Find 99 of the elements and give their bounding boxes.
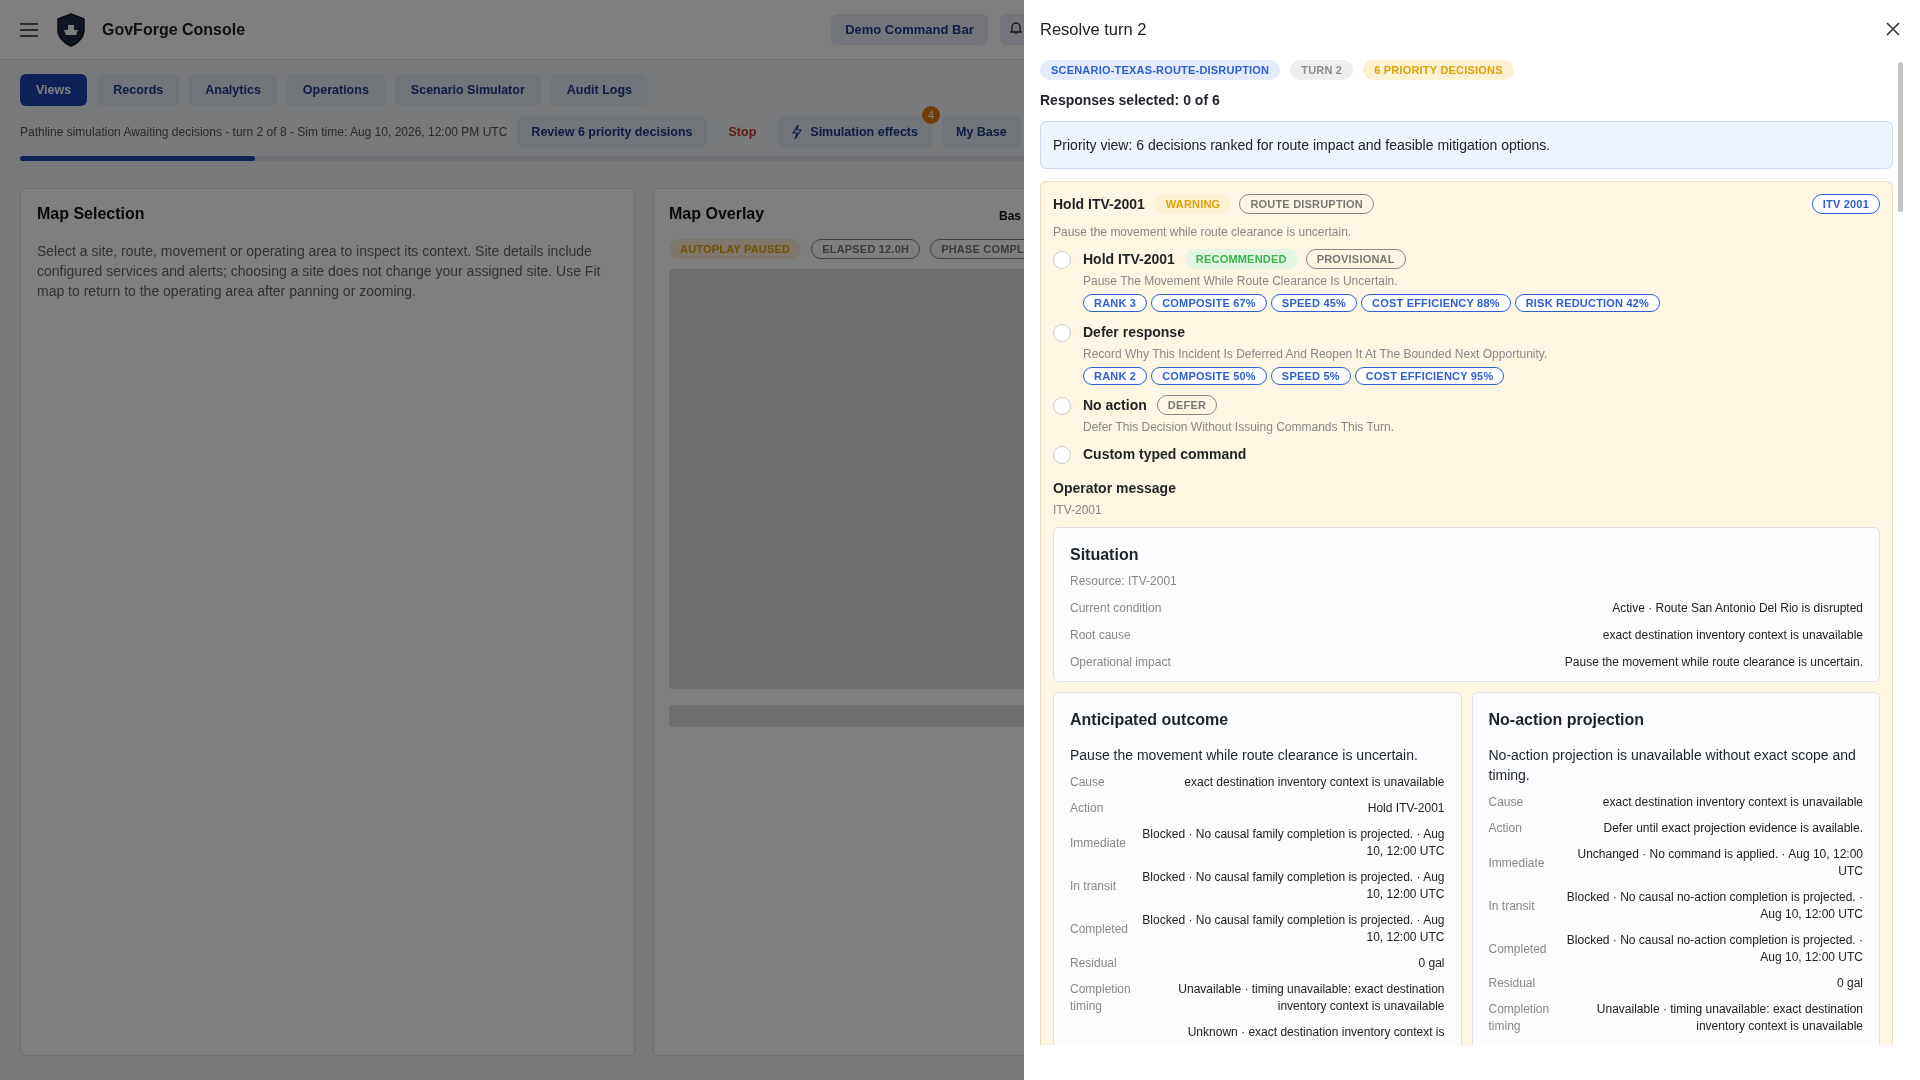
row-value: Blocked · No causal no-action completion is projected. · Aug 10, 12:00 UTC xyxy=(1565,889,1863,923)
row-label: In transit xyxy=(1488,897,1536,915)
scrollbar[interactable] xyxy=(1898,62,1903,212)
panel-summary: No-action projection is unavailable without exact scope and timing. xyxy=(1488,746,1857,785)
status-chip: WARNING xyxy=(1154,194,1232,214)
metric-chip: SPEED 45% xyxy=(1270,294,1357,312)
nav-tab[interactable]: Analytics xyxy=(189,74,277,106)
shield-logo-icon xyxy=(56,12,86,47)
row-label: Root cause xyxy=(1070,628,1131,642)
app-title: GovForge Console xyxy=(102,20,246,39)
panel-title: Situation xyxy=(1070,546,1140,564)
decision-title: Hold ITV-2001 xyxy=(1053,196,1145,212)
option-description: Pause The Movement While Route Clearance Is Uncertain. xyxy=(1083,274,1399,288)
nav-tab[interactable]: Views xyxy=(20,74,88,106)
lightning-icon xyxy=(792,125,803,139)
row-label: Completion timing xyxy=(1070,981,1131,1015)
operator-message-label: Operator message xyxy=(1053,480,1177,496)
row-label: Immediate xyxy=(1070,834,1127,852)
nav-tab[interactable]: Records xyxy=(97,74,180,106)
row-value: Blocked · No causal no-action completion is projected. · Aug 10, 12:00 UTC xyxy=(1565,932,1863,966)
row-value: Hold ITV-2001 xyxy=(1366,800,1445,817)
option-title: Custom typed command xyxy=(1083,446,1247,462)
count-badge: 4 xyxy=(922,106,940,124)
status-chip: TURN 2 xyxy=(1290,60,1354,80)
nav-tab[interactable]: Scenario Simulator xyxy=(394,74,541,106)
row-value: Unchanged · No command is applied. · Aug 10, 12:00 UTC xyxy=(1576,846,1863,880)
row-value: 0 gal xyxy=(1417,955,1445,972)
command-bar-button[interactable]: Demo Command Bar xyxy=(831,14,988,45)
simulation-effects-button[interactable]: Simulation effects xyxy=(778,116,932,148)
option-title: Defer response xyxy=(1083,324,1185,340)
row-label: Completed xyxy=(1488,940,1547,958)
stop-button[interactable]: Stop xyxy=(716,116,769,148)
bell-icon xyxy=(1009,21,1022,35)
decision-description: Pause the movement while route clearance is uncertain. xyxy=(1053,225,1353,239)
row-value: exact destination inventory context is unavailable xyxy=(1602,628,1863,642)
row-value: Unavailable · timing unavailable: exact destination inventory context is unavailable xyxy=(1177,981,1445,1015)
option-description: Defer This Decision Without Issuing Commands This Turn. xyxy=(1083,420,1394,434)
resource-tag: ITV 2001 xyxy=(1811,194,1880,214)
option-title: Hold ITV-2001 xyxy=(1083,251,1175,267)
row-value: exact destination inventory context is unavailable xyxy=(1183,774,1445,791)
row-value: Blocked · No causal family completion is projected. · Aug 10, 12:00 UTC xyxy=(1141,826,1445,860)
row-label: Residual xyxy=(1488,975,1537,992)
row-label: Completed xyxy=(1070,920,1129,938)
row-value: Blocked · No causal family completion is projected. · Aug 10, 12:00 UTC xyxy=(1141,869,1445,903)
metric-chip: RANK 3 xyxy=(1083,294,1148,312)
nav-tab[interactable]: Audit Logs xyxy=(550,74,649,106)
metric-chip: SPEED 5% xyxy=(1270,367,1351,385)
metric-chip: COST EFFICIENCY 88% xyxy=(1361,294,1511,312)
radio-button[interactable] xyxy=(1053,251,1071,269)
row-value: Unknown · exact destination inventory context is xyxy=(1186,1024,1445,1041)
nav-tab[interactable]: Operations xyxy=(286,74,385,106)
metric-chip: COMPOSITE 67% xyxy=(1151,294,1267,312)
metric-chip: RANK 2 xyxy=(1083,367,1148,385)
row-value: 0 gal xyxy=(1835,975,1863,992)
row-label: Operational impact xyxy=(1070,655,1171,669)
row-label: Immediate xyxy=(1488,854,1545,872)
panel-subtitle: Resource: ITV-2001 xyxy=(1070,574,1178,588)
status-chip: RECOMMENDED xyxy=(1184,249,1298,269)
card-title: Map Selection xyxy=(37,205,146,223)
row-value: exact destination inventory context is unavailable xyxy=(1601,794,1863,811)
priority-note: Priority view: 6 decisions ranked for route impact and feasible mitigation options. xyxy=(1040,121,1893,169)
row-label: Completion timing xyxy=(1488,1001,1550,1035)
row-value: Unavailable · timing unavailable: exact destination inventory context is unavailable xyxy=(1595,1001,1863,1035)
status-chip: 6 PRIORITY DECISIONS xyxy=(1363,60,1514,80)
card-title: Map Overlay xyxy=(669,205,765,223)
base-button[interactable]: My Base xyxy=(942,116,1021,148)
simulation-status: Pathline simulation Awaiting decisions - turn 2 of 8 - Sim time: Aug 10, 2026, 12:00 PM UTC xyxy=(20,125,508,139)
row-value: Defer until exact projection evidence is available. xyxy=(1602,820,1863,837)
panel-summary: Pause the movement while route clearance is uncertain. xyxy=(1070,746,1419,765)
operator-message-value: ITV-2001 xyxy=(1053,503,1103,517)
row-value: Blocked · No causal family completion is projected. · Aug 10, 12:00 UTC xyxy=(1141,912,1445,946)
row-label: In transit xyxy=(1070,877,1118,895)
radio-button[interactable] xyxy=(1053,324,1071,342)
drawer-title: Resolve turn 2 xyxy=(1040,19,1147,39)
row-label: Current condition xyxy=(1070,601,1162,615)
panel-title: No-action projection xyxy=(1488,711,1646,729)
header-label: Bas xyxy=(999,209,1021,223)
panel-title: Anticipated outcome xyxy=(1070,711,1230,729)
radio-button[interactable] xyxy=(1053,446,1071,464)
row-label: Action xyxy=(1488,820,1523,837)
option-description: Record Why This Incident Is Deferred And Reopen It At The Bounded Next Opportunity. xyxy=(1083,347,1548,361)
row-label: Cause xyxy=(1488,794,1525,811)
status-chip: SCENARIO-TEXAS-ROUTE-DISRUPTION xyxy=(1040,60,1281,80)
menu-icon[interactable] xyxy=(20,22,38,37)
radio-button[interactable] xyxy=(1053,397,1071,415)
close-icon[interactable] xyxy=(1886,22,1900,36)
review-decisions-button[interactable]: Review 6 priority decisions xyxy=(517,116,707,148)
metric-chip: COST EFFICIENCY 95% xyxy=(1354,367,1505,385)
row-value: Active · Route San Antonio Del Rio is disrupted xyxy=(1612,601,1863,615)
row-label: Action xyxy=(1070,800,1105,817)
metric-chip: RISK REDUCTION 42% xyxy=(1514,294,1661,312)
card-description: Select a site, route, movement or operating area to inspect its context. Site details include configured services and alerts; choosing a site does not change your assigned site. Use Fit map to return to the operating area after panning or zooming. xyxy=(37,242,602,301)
row-label: Cause xyxy=(1070,774,1106,791)
responses-count: Responses selected: 0 of 6 xyxy=(1040,92,1221,108)
row-value: Pause the movement while route clearance is uncertain. xyxy=(1564,655,1863,669)
row-label: Residual xyxy=(1070,955,1118,972)
status-chip: AUTOPLAY PAUSED xyxy=(669,239,802,259)
metric-chip: COMPOSITE 50% xyxy=(1151,367,1267,385)
option-title: No action xyxy=(1083,397,1147,413)
